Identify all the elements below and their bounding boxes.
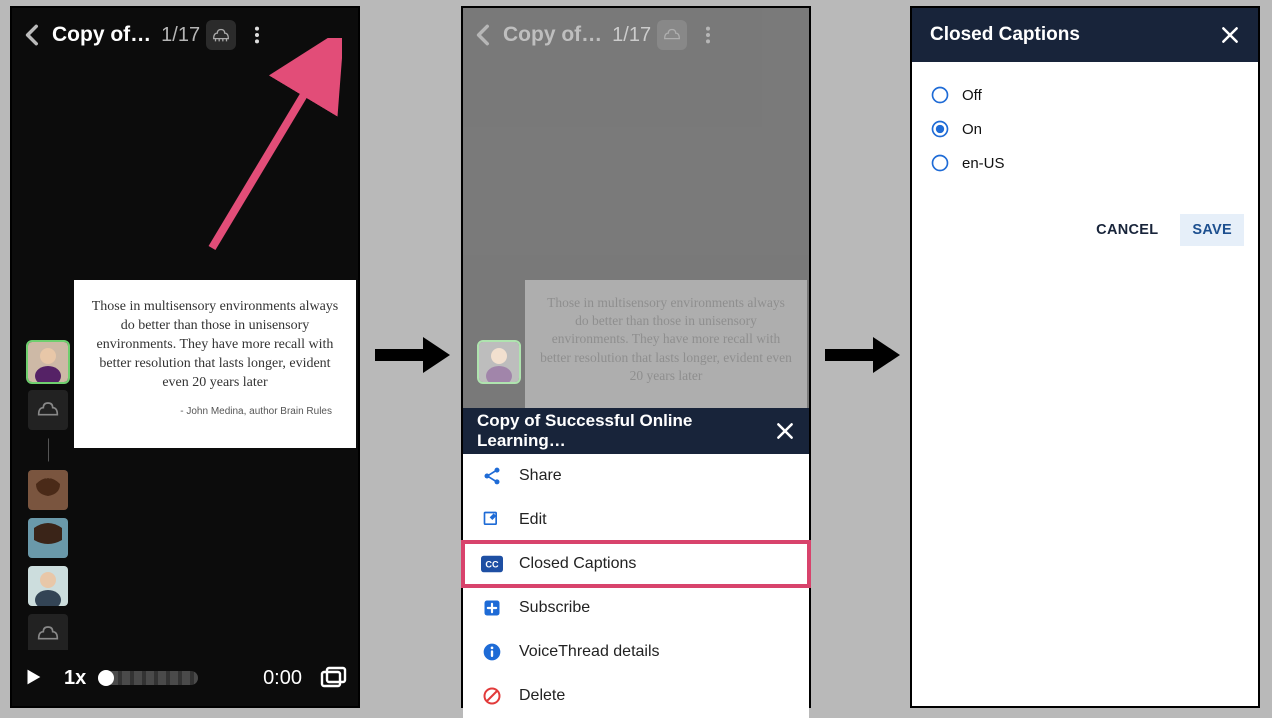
panel-menu: Copy of… 1/17 Those in multisensory envi… [461, 6, 811, 708]
dialog-title: Closed Captions [930, 24, 1080, 46]
edit-icon [481, 509, 503, 531]
slide-content: Those in multisensory environments alway… [74, 280, 356, 448]
avatar-placeholder-icon[interactable] [28, 390, 68, 430]
flow-arrow-icon [825, 335, 900, 375]
more-menu-icon [693, 15, 723, 55]
play-icon[interactable] [22, 666, 46, 690]
close-icon[interactable] [1220, 25, 1240, 45]
slide-text: Those in multisensory environments alway… [539, 294, 793, 385]
comment-avatars [28, 342, 70, 662]
radio-icon [930, 153, 950, 173]
action-menu: Share Edit CC Closed Captions Subscribe … [463, 454, 809, 718]
menu-item-label: Closed Captions [519, 555, 636, 573]
progress-bar[interactable] [98, 671, 198, 685]
gallery-icon[interactable] [320, 666, 348, 690]
page-title: Copy of… [503, 23, 602, 47]
page-title: Copy of… [52, 23, 151, 47]
menu-item-label: Share [519, 467, 562, 485]
avatar-placeholder-icon[interactable] [28, 614, 68, 654]
info-icon [481, 641, 503, 663]
svg-text:CC: CC [485, 560, 499, 570]
elapsed-time: 0:00 [263, 667, 302, 690]
radio-icon [930, 85, 950, 105]
avatar[interactable] [28, 566, 68, 606]
avatar[interactable] [28, 470, 68, 510]
menu-header: Copy of Successful Online Learning… [463, 408, 809, 454]
panel-cc-dialog: Closed Captions Off On en-US CANCEL SAVE [910, 6, 1260, 708]
cc-icon: CC [481, 553, 503, 575]
subscribe-icon [481, 597, 503, 619]
player-controls: 1x 0:00 [12, 650, 358, 706]
save-button[interactable]: SAVE [1180, 214, 1244, 246]
menu-item-edit[interactable]: Edit [463, 498, 809, 542]
slide-content: Those in multisensory environments alway… [525, 280, 807, 408]
avatar[interactable] [28, 518, 68, 558]
annotation-arrow-icon [192, 38, 342, 258]
panel-player: Copy of… 1/17 Those in multisensory envi… [10, 6, 360, 708]
menu-item-label: Delete [519, 687, 565, 705]
flow-arrow-icon [375, 335, 450, 375]
cancel-button[interactable]: CANCEL [1084, 214, 1170, 246]
menu-item-subscribe[interactable]: Subscribe [463, 586, 809, 630]
slide-credit: - John Medina, author Brain Rules [90, 406, 340, 417]
radio-icon [930, 119, 950, 139]
menu-item-delete[interactable]: Delete [463, 674, 809, 718]
menu-title: Copy of Successful Online Learning… [477, 411, 775, 451]
dialog-actions: CANCEL SAVE [912, 214, 1258, 246]
menu-item-closed-captions[interactable]: CC Closed Captions [463, 542, 809, 586]
radio-option-off[interactable]: Off [930, 78, 1240, 112]
avatar [479, 342, 519, 382]
menu-item-label: VoiceThread details [519, 643, 660, 661]
slide-text: Those in multisensory environments alway… [90, 298, 340, 392]
share-icon [481, 465, 503, 487]
app-logo-icon [657, 20, 687, 50]
radio-label: en-US [962, 155, 1005, 172]
radio-label: On [962, 121, 982, 138]
menu-item-share[interactable]: Share [463, 454, 809, 498]
cc-options: Off On en-US [912, 62, 1258, 196]
close-icon[interactable] [775, 421, 795, 441]
radio-label: Off [962, 87, 982, 104]
back-icon [469, 20, 499, 50]
menu-item-label: Edit [519, 511, 547, 529]
radio-option-enus[interactable]: en-US [930, 146, 1240, 180]
menu-item-details[interactable]: VoiceThread details [463, 630, 809, 674]
radio-option-on[interactable]: On [930, 112, 1240, 146]
menu-item-label: Subscribe [519, 599, 590, 617]
dialog-header: Closed Captions [912, 8, 1258, 62]
delete-icon [481, 685, 503, 707]
avatar-connector [48, 438, 49, 462]
slide-counter: 1/17 [612, 24, 651, 47]
playback-speed[interactable]: 1x [64, 667, 86, 690]
avatar[interactable] [28, 342, 68, 382]
back-icon[interactable] [18, 20, 48, 50]
